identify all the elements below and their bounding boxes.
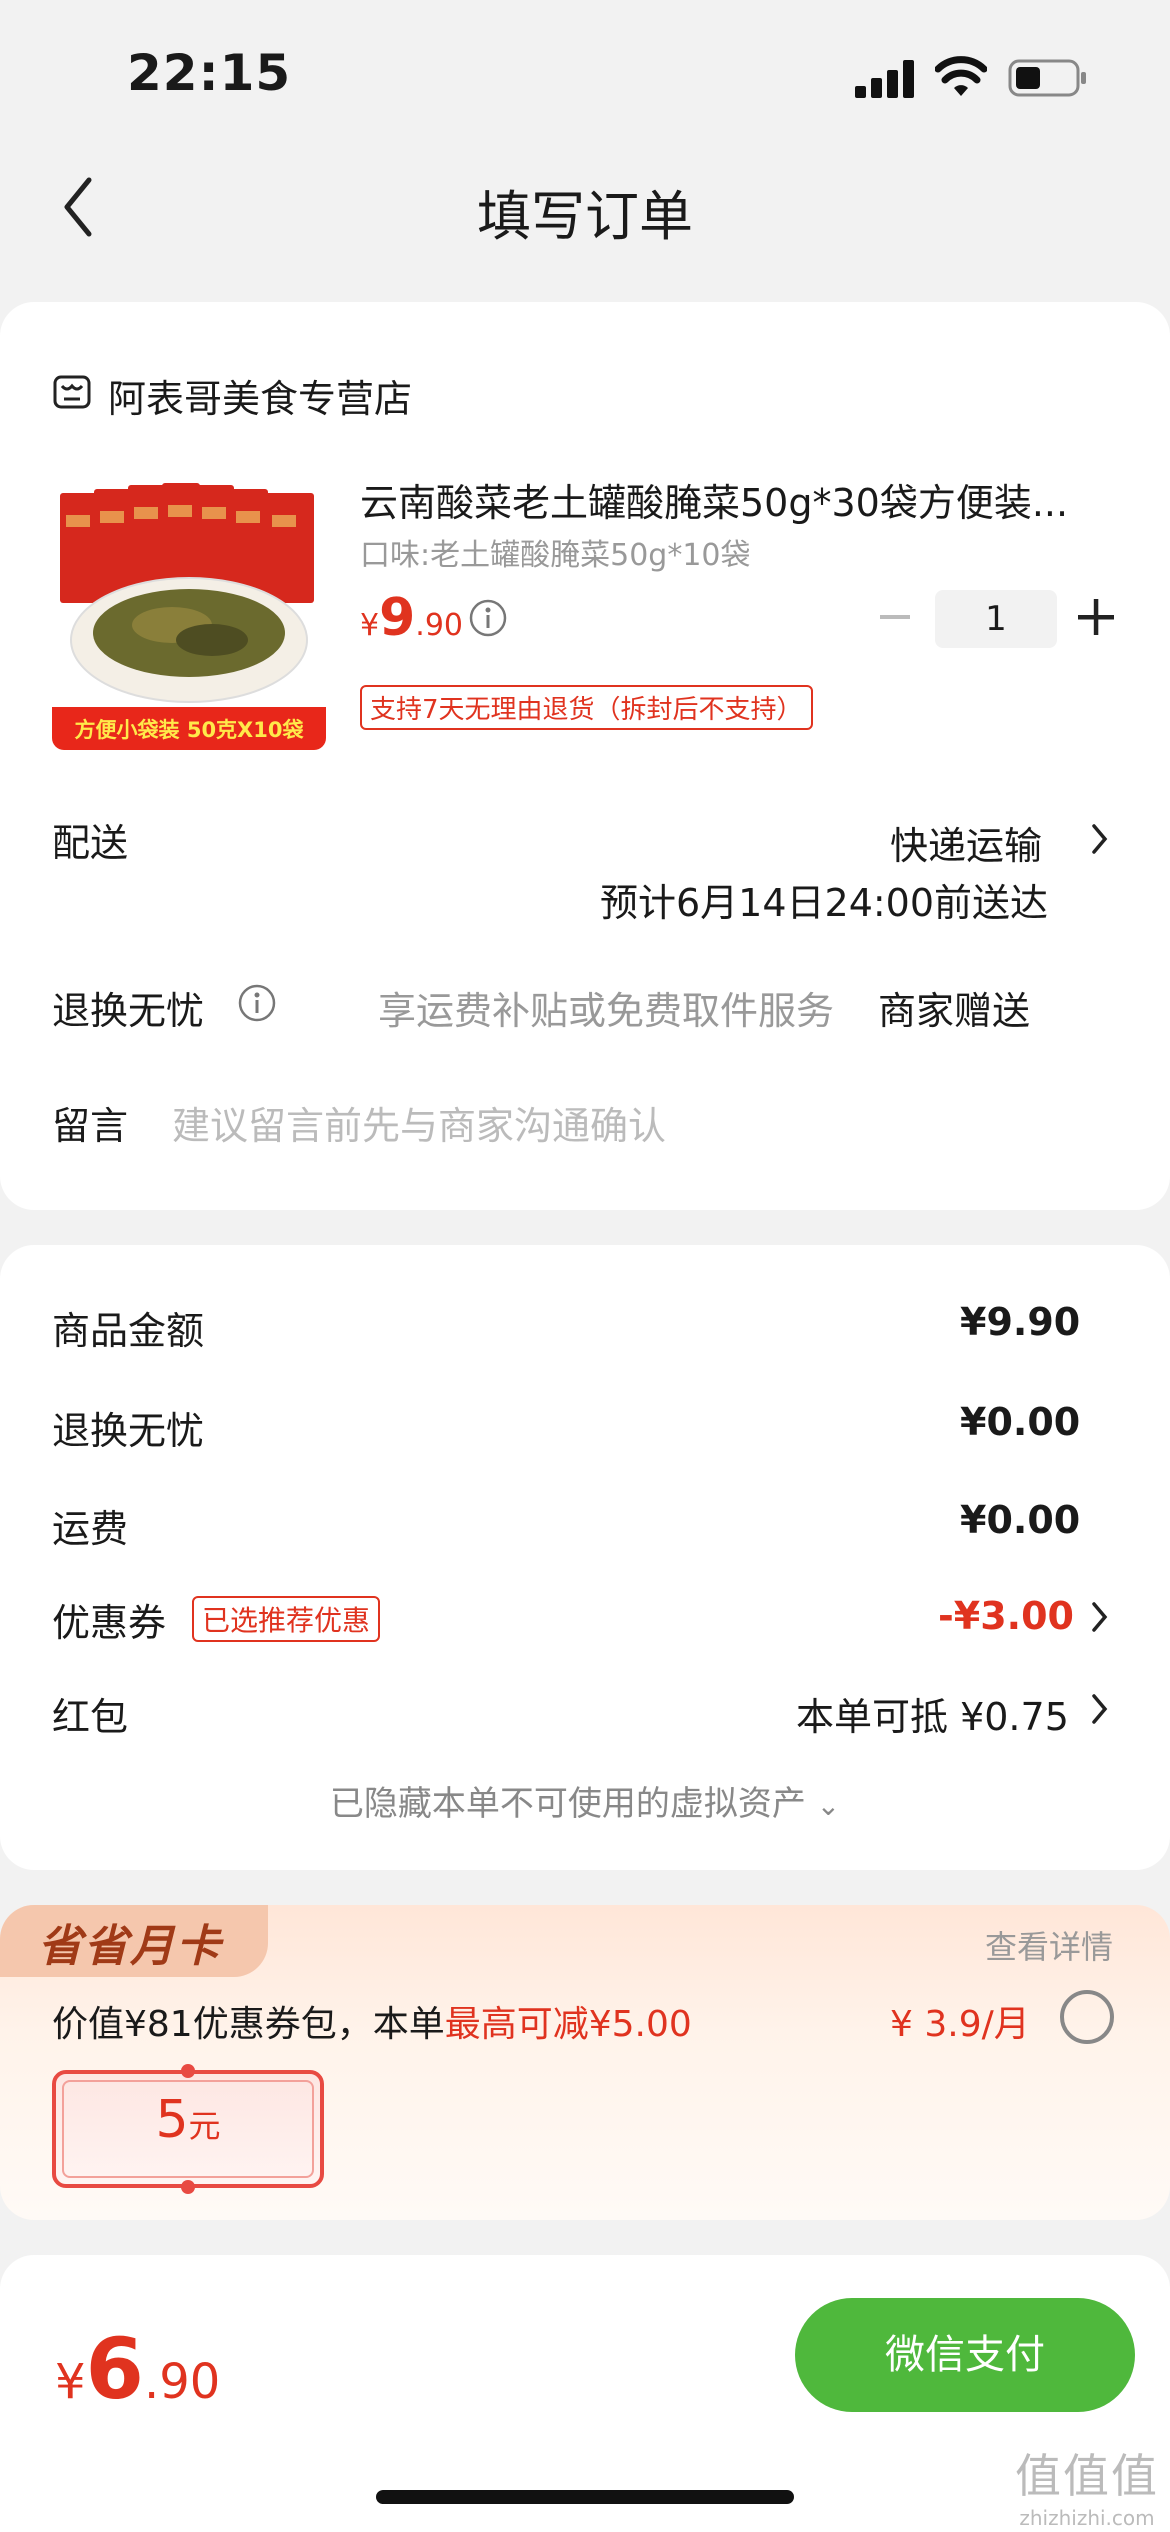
watermark-big: 值值值 (1015, 2449, 1159, 2503)
coupon-notch-top (181, 2064, 195, 2078)
quantity-increase-button[interactable] (1076, 597, 1116, 637)
battery-icon (1008, 59, 1086, 97)
monthly-saver-desc-highlight: 最高可减¥5.00 (444, 2004, 692, 2045)
hidden-assets-toggle[interactable]: 已隐藏本单不可使用的虚拟资产 ⌄ (0, 1776, 1170, 1825)
price-int: 9 (379, 588, 416, 648)
product-price: ¥9.90 (360, 588, 463, 648)
coupon-recommended-tag: 已选推荐优惠 (192, 1596, 381, 1642)
coupon-amount: 5元 (52, 2090, 324, 2150)
summary-value-worry: ¥0.00 (960, 1400, 1081, 1444)
product-image[interactable]: 方便小袋装 50克X10袋 (52, 475, 326, 750)
store-name[interactable]: 阿表哥美食专营店 (108, 368, 412, 423)
total-int: 6 (85, 2320, 144, 2418)
total-price: ¥6.90 (55, 2320, 220, 2418)
coupon-amount-unit: 元 (188, 2107, 221, 2145)
message-label: 留言 (52, 1104, 129, 1148)
monthly-saver-desc: 价值¥81优惠券包，本单最高可减¥5.00 (52, 1995, 692, 2047)
hidden-assets-text: 已隐藏本单不可使用的虚拟资产 (329, 1784, 806, 1824)
summary-value-shipping: ¥0.00 (960, 1498, 1081, 1542)
coupon-chevron-icon[interactable] (1090, 1600, 1110, 1634)
product-image-banner-text: 方便小袋装 50克X10袋 (75, 718, 305, 742)
return-policy-tag: 支持7天无理由退货（拆封后不支持） (360, 685, 813, 730)
store-icon (53, 375, 91, 409)
summary-value-goods: ¥9.90 (960, 1300, 1081, 1344)
coupon-amount-number: 5 (155, 2090, 189, 2150)
worry-free-desc: 享运费补贴或免费取件服务 (378, 989, 835, 1033)
status-time: 22:15 (127, 44, 292, 102)
watermark-logo: 值值值 zhizhizhi.com (1012, 2440, 1162, 2530)
total-dec: .90 (144, 2354, 221, 2410)
home-indicator[interactable] (376, 2490, 794, 2504)
delivery-eta: 预计6月14日24:00前送达 (600, 881, 1049, 925)
coupon-label: 优惠券 (52, 1601, 167, 1645)
quantity-decrease-button[interactable] (878, 595, 912, 639)
message-input[interactable]: 建议留言前先与商家沟通确认 (172, 1095, 666, 1150)
chevron-down-icon: ⌄ (816, 1789, 841, 1822)
total-currency: ¥ (55, 2354, 86, 2410)
summary-label-shipping: 运费 (52, 1507, 129, 1551)
summary-label-worry: 退换无忧 (52, 1409, 205, 1453)
price-currency: ¥ (360, 608, 380, 643)
delivery-method[interactable]: 快递运输 (890, 815, 1042, 870)
coupon-value[interactable]: -¥3.00 (938, 1594, 1074, 1638)
cellular-signal-icon (855, 58, 915, 98)
monthly-saver-desc-prefix: 价值¥81优惠券包，本单 (52, 2004, 445, 2045)
monthly-saver-badge-text: 省省月卡 (38, 1921, 222, 1972)
price-dec: .90 (415, 608, 463, 643)
monthly-saver-radio[interactable] (1060, 1990, 1114, 2044)
worry-free-info-icon[interactable] (237, 983, 277, 1023)
monthly-saver-price: ¥ 3.9/月 (890, 2004, 1030, 2045)
worry-free-label: 退换无忧 (52, 989, 205, 1033)
delivery-chevron-icon[interactable] (1090, 822, 1110, 856)
wechat-pay-button[interactable]: 微信支付 (795, 2298, 1135, 2412)
redpacket-chevron-icon[interactable] (1090, 1692, 1110, 1726)
order-item-card (0, 302, 1170, 1210)
redpacket-label: 红包 (52, 1695, 129, 1739)
redpacket-value[interactable]: 本单可抵 ¥0.75 (796, 1686, 1069, 1741)
worry-free-value: 商家赠送 (878, 989, 1031, 1033)
wifi-icon (935, 56, 987, 96)
product-name[interactable]: 云南酸菜老土罐酸腌菜50g*30袋方便装... (360, 472, 1120, 527)
watermark-small: zhizhizhi.com (1019, 2506, 1155, 2530)
price-info-icon[interactable] (468, 598, 508, 638)
monthly-saver-detail-link[interactable]: 查看详情 (985, 1922, 1113, 1968)
coupon-notch-bottom (181, 2180, 195, 2194)
delivery-label: 配送 (52, 821, 129, 865)
product-spec[interactable]: 口味:老土罐酸腌菜50g*10袋 (360, 530, 751, 574)
page-title: 填写订单 (477, 185, 693, 248)
summary-label-goods: 商品金额 (52, 1309, 205, 1353)
quantity-input[interactable]: 1 (935, 590, 1057, 648)
